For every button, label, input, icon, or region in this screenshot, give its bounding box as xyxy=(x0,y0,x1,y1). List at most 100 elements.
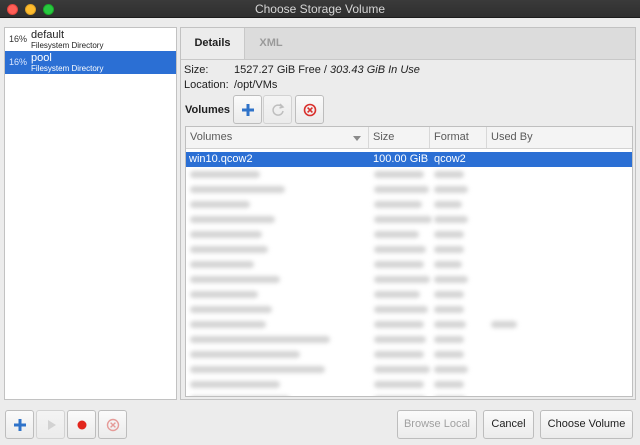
redacted-format xyxy=(434,201,462,208)
redacted-format xyxy=(434,396,466,397)
table-row-redacted[interactable] xyxy=(186,197,632,212)
redacted-format xyxy=(434,246,464,253)
table-row-redacted[interactable] xyxy=(186,392,632,397)
table-row-redacted[interactable] xyxy=(186,257,632,272)
pool-type: Filesystem Directory xyxy=(31,64,104,73)
redacted-size xyxy=(374,246,426,253)
sort-descending-icon xyxy=(353,136,361,141)
redacted-format xyxy=(434,381,464,388)
table-header: Volumes Size Format Used By xyxy=(186,127,632,149)
redacted-format xyxy=(434,216,468,223)
redacted-name xyxy=(190,276,280,283)
column-header-volumes[interactable]: Volumes xyxy=(186,127,369,148)
stop-record-icon xyxy=(77,420,87,430)
redacted-name xyxy=(190,366,325,373)
redacted-format xyxy=(434,186,468,193)
redacted-name xyxy=(190,201,250,208)
location-label: Location: xyxy=(184,79,229,91)
delete-icon xyxy=(106,418,120,432)
pool-type: Filesystem Directory xyxy=(31,41,104,50)
volumes-label: Volumes xyxy=(185,104,231,116)
tab-bar: Details XML xyxy=(181,28,635,60)
refresh-volumes-button[interactable] xyxy=(263,95,292,124)
table-row-redacted[interactable] xyxy=(186,167,632,182)
table-row-redacted[interactable] xyxy=(186,302,632,317)
redacted-format xyxy=(434,291,464,298)
redacted-size xyxy=(374,336,426,343)
refresh-icon xyxy=(272,103,285,116)
add-pool-button[interactable] xyxy=(5,410,34,439)
cancel-button[interactable]: Cancel xyxy=(483,410,534,439)
play-icon xyxy=(48,420,56,430)
redacted-name xyxy=(190,321,266,328)
redacted-size xyxy=(374,261,424,268)
redacted-size xyxy=(374,201,422,208)
table-row-redacted[interactable] xyxy=(186,227,632,242)
volumes-table[interactable]: Volumes Size Format Used By win10.qcow2 … xyxy=(185,126,633,397)
tab-xml[interactable]: XML xyxy=(245,28,297,59)
table-row-redacted[interactable] xyxy=(186,317,632,332)
start-pool-button[interactable] xyxy=(36,410,65,439)
redacted-format xyxy=(434,351,464,358)
redacted-name xyxy=(190,351,300,358)
redacted-name xyxy=(190,231,262,238)
table-row-redacted[interactable] xyxy=(186,332,632,347)
storage-pool-list[interactable]: 16% default Filesystem Directory 16% poo… xyxy=(4,27,177,400)
redacted-name xyxy=(190,306,272,313)
redacted-size xyxy=(374,366,430,373)
redacted-format xyxy=(434,321,466,328)
column-header-format[interactable]: Format xyxy=(430,127,487,148)
choose-volume-button[interactable]: Choose Volume xyxy=(540,410,633,439)
table-row-redacted[interactable] xyxy=(186,362,632,377)
delete-pool-button[interactable] xyxy=(98,410,127,439)
table-row-redacted[interactable] xyxy=(186,272,632,287)
table-row-redacted[interactable] xyxy=(186,287,632,302)
pool-item-pool[interactable]: 16% pool Filesystem Directory xyxy=(5,51,176,74)
redacted-size xyxy=(374,276,430,283)
volume-format: qcow2 xyxy=(434,153,466,165)
redacted-format xyxy=(434,261,462,268)
location-value: /opt/VMs xyxy=(234,79,278,91)
free-space: 1527.27 GiB Free / xyxy=(234,64,327,76)
redacted-size xyxy=(374,321,424,328)
plus-icon xyxy=(242,104,254,116)
bottom-action-bar: Browse Local Cancel Choose Volume xyxy=(0,404,640,445)
redacted-format xyxy=(434,336,464,343)
redacted-size xyxy=(374,186,429,193)
redacted-name xyxy=(190,261,254,268)
redacted-format xyxy=(434,276,468,283)
redacted-format xyxy=(434,366,468,373)
window-title: Choose Storage Volume xyxy=(254,2,386,16)
tab-details[interactable]: Details xyxy=(181,28,245,59)
size-value: 1527.27 GiB Free / 303.43 GiB In Use xyxy=(234,64,420,76)
table-row-redacted[interactable] xyxy=(186,212,632,227)
redacted-size xyxy=(374,231,419,238)
table-row-redacted[interactable] xyxy=(186,182,632,197)
browse-local-button[interactable]: Browse Local xyxy=(397,410,477,439)
redacted-used-by xyxy=(491,321,517,328)
redacted-size xyxy=(374,171,424,178)
plus-icon xyxy=(14,419,26,431)
table-row-redacted[interactable] xyxy=(186,347,632,362)
table-row-redacted[interactable] xyxy=(186,242,632,257)
table-row-redacted[interactable] xyxy=(186,377,632,392)
redacted-name xyxy=(190,186,285,193)
redacted-format xyxy=(434,171,464,178)
column-header-size[interactable]: Size xyxy=(369,127,430,148)
column-header-used-by[interactable]: Used By xyxy=(487,127,632,148)
redacted-name xyxy=(190,171,260,178)
redacted-name xyxy=(190,216,275,223)
pool-detail-panel: Details XML Size: 1527.27 GiB Free / 303… xyxy=(180,27,636,400)
redacted-name xyxy=(190,381,280,388)
volume-size: 100.00 GiB xyxy=(373,153,429,165)
redacted-format xyxy=(434,231,464,238)
pool-item-default[interactable]: 16% default Filesystem Directory xyxy=(5,28,176,51)
add-volume-button[interactable] xyxy=(233,95,262,124)
redacted-size xyxy=(374,351,424,358)
stop-pool-button[interactable] xyxy=(67,410,96,439)
redacted-format xyxy=(434,306,464,313)
redacted-size xyxy=(374,306,428,313)
delete-volume-button[interactable] xyxy=(295,95,324,124)
redacted-size xyxy=(374,216,432,223)
table-row[interactable]: win10.qcow2 100.00 GiB qcow2 xyxy=(186,152,632,167)
